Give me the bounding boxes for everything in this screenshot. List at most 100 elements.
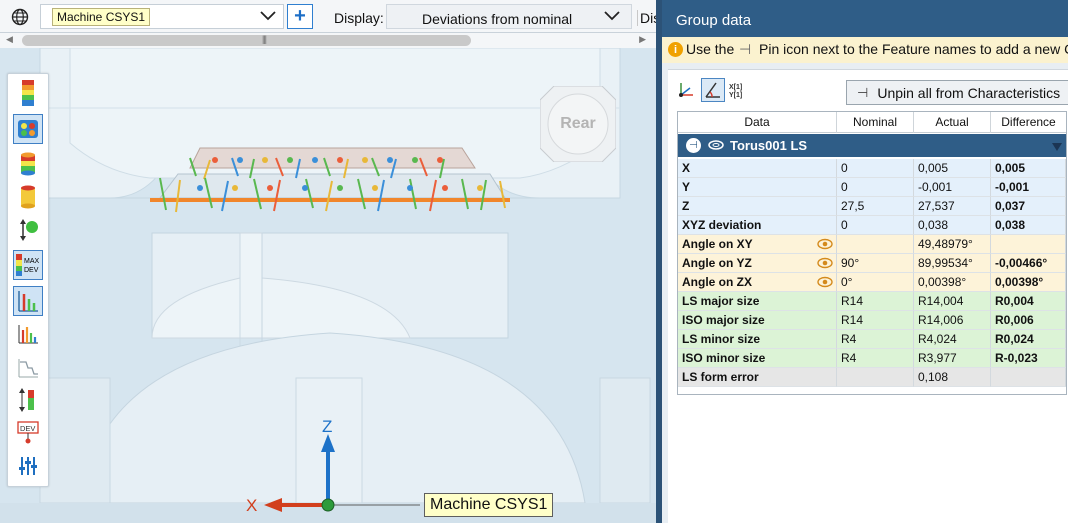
eye-icon[interactable] <box>817 276 833 291</box>
row-nominal: 27,5 <box>837 197 914 216</box>
row-actual: 27,537 <box>914 197 991 216</box>
add-coordinate-system-button[interactable]: + <box>287 4 313 29</box>
row-difference <box>991 235 1066 254</box>
pin-icon: ⊣ <box>739 41 752 57</box>
dev-label-icon[interactable]: DEV <box>13 417 43 447</box>
svg-text:DEV: DEV <box>24 267 39 274</box>
row-difference: R-0,023 <box>991 349 1066 368</box>
pin-icon: ⊣ <box>857 84 869 100</box>
torus-icon <box>708 139 724 154</box>
coordinate-axes-icon[interactable] <box>674 78 698 102</box>
row-difference: 0,005 <box>991 159 1066 178</box>
column-header-difference[interactable]: Difference <box>991 112 1066 133</box>
panel-title: Group data <box>676 12 752 29</box>
scroll-right-icon[interactable]: ▶ <box>639 34 646 45</box>
row-name: LS minor size <box>678 330 837 349</box>
table-row[interactable]: XYZ deviation 0 0,038 0,038 <box>678 216 1066 235</box>
row-name: Angle on XY <box>678 235 837 254</box>
deviation-point-icon[interactable] <box>13 215 43 245</box>
feature-colormap-icon[interactable] <box>13 114 43 144</box>
collapse-icon[interactable] <box>1051 140 1063 155</box>
scrollbar-thumb[interactable]: ||| <box>22 34 471 46</box>
z-axis-label: Z <box>322 417 333 436</box>
histogram-icon[interactable] <box>13 319 43 349</box>
row-difference: 0,00398° <box>991 273 1066 292</box>
truncated-toolbar-label[interactable]: Dis <box>637 10 656 26</box>
table-row[interactable]: X 0 0,005 0,005 <box>678 159 1066 178</box>
row-name: Angle on YZ <box>678 254 837 273</box>
column-header-actual[interactable]: Actual <box>914 112 991 133</box>
table-row[interactable]: LS form error 0,108 <box>678 368 1066 387</box>
unpin-all-button[interactable]: ⊣ Unpin all from Characteristics <box>846 80 1068 105</box>
table-row[interactable]: Angle on YZ 90° 89,99534° -0,00466° <box>678 254 1066 273</box>
row-actual: -0,001 <box>914 178 991 197</box>
table-row[interactable]: Z 27,5 27,537 0,037 <box>678 197 1066 216</box>
deviation-bar-icon[interactable] <box>13 385 43 415</box>
scroll-left-icon[interactable]: ◀ <box>6 34 13 45</box>
viewport-side-toolbar: MAX DEV DEV <box>7 73 49 487</box>
row-name: ISO minor size <box>678 349 837 368</box>
xy-coordinates-icon[interactable]: X[1] Y[1] <box>726 78 750 102</box>
row-difference: R0,004 <box>991 292 1066 311</box>
row-nominal: R4 <box>837 349 914 368</box>
panel-header: Group data <box>662 0 1068 37</box>
color-scale-icon[interactable] <box>13 78 43 108</box>
table-row[interactable]: LS minor size R4 R4,024 R0,024 <box>678 330 1066 349</box>
colored-cylinder-icon[interactable] <box>13 149 43 179</box>
row-nominal: 0 <box>837 216 914 235</box>
row-actual: R14,006 <box>914 311 991 330</box>
pin-icon[interactable]: ⊣ <box>686 138 701 153</box>
angle-icon[interactable] <box>701 78 725 102</box>
coordinate-system-value: Machine CSYS1 <box>52 8 151 26</box>
eye-icon[interactable] <box>817 257 833 272</box>
grid-header: Data Nominal Actual Difference <box>678 112 1066 133</box>
cylinder-icon[interactable] <box>13 182 43 212</box>
x-axis-label: X <box>246 496 258 515</box>
row-nominal <box>837 235 914 254</box>
max-deviation-icon[interactable]: MAX DEV <box>13 250 43 280</box>
row-nominal: R4 <box>837 330 914 349</box>
row-actual: 0,038 <box>914 216 991 235</box>
display-mode-dropdown[interactable]: Deviations from nominal <box>386 4 632 29</box>
view-cube[interactable]: Rear <box>539 85 617 163</box>
row-nominal: 0 <box>837 159 914 178</box>
table-row[interactable]: Angle on ZX 0° 0,00398° 0,00398° <box>678 273 1066 292</box>
row-actual: R3,977 <box>914 349 991 368</box>
row-nominal: R14 <box>837 292 914 311</box>
row-nominal: R14 <box>837 311 914 330</box>
table-row[interactable]: ISO major size R14 R14,006 R0,006 <box>678 311 1066 330</box>
feature-group-row[interactable]: ⊣ Torus001 LS <box>678 134 1066 157</box>
table-row[interactable]: Angle on XY 49,48979° <box>678 235 1066 254</box>
settings-sliders-icon[interactable] <box>13 451 43 481</box>
row-nominal <box>837 368 914 387</box>
row-actual: 49,48979° <box>914 235 991 254</box>
globe-icon[interactable] <box>8 4 32 29</box>
row-actual: R14,004 <box>914 292 991 311</box>
row-name: XYZ deviation <box>678 216 837 235</box>
data-grid: Data Nominal Actual Difference ⊣ Torus00… <box>677 111 1067 395</box>
eye-icon[interactable] <box>817 238 833 253</box>
viewport-toolbar: Machine CSYS1 + Display: Deviations from… <box>0 0 656 33</box>
row-name: Angle on ZX <box>678 273 837 292</box>
table-row[interactable]: Y 0 -0,001 -0,001 <box>678 178 1066 197</box>
display-label: Display: <box>334 10 384 26</box>
chevron-down-icon <box>259 9 277 26</box>
column-header-data[interactable]: Data <box>678 112 837 133</box>
row-actual: 0,00398° <box>914 273 991 292</box>
column-header-nominal[interactable]: Nominal <box>837 112 914 133</box>
hint-bar: i Use the ⊣ Pin icon next to the Feature… <box>662 37 1068 63</box>
coordinate-system-tag: Machine CSYS1 <box>424 493 554 517</box>
horizontal-scrollbar[interactable]: ◀ ||| ▶ <box>0 33 656 48</box>
coordinate-system-dropdown[interactable]: Machine CSYS1 <box>40 4 284 29</box>
whisker-chart-icon[interactable] <box>13 286 43 316</box>
svg-text:MAX: MAX <box>24 258 40 265</box>
table-row[interactable]: ISO minor size R4 R3,977 R-0,023 <box>678 349 1066 368</box>
row-nominal: 0° <box>837 273 914 292</box>
svg-text:X[1]: X[1] <box>729 84 742 91</box>
3d-viewport[interactable]: Machine CSYS1 + Display: Deviations from… <box>0 0 656 523</box>
profile-chart-icon[interactable] <box>13 353 43 383</box>
row-name: LS form error <box>678 368 837 387</box>
row-name: Z <box>678 197 837 216</box>
hint-text-start: Use the <box>686 41 735 57</box>
table-row[interactable]: LS major size R14 R14,004 R0,004 <box>678 292 1066 311</box>
